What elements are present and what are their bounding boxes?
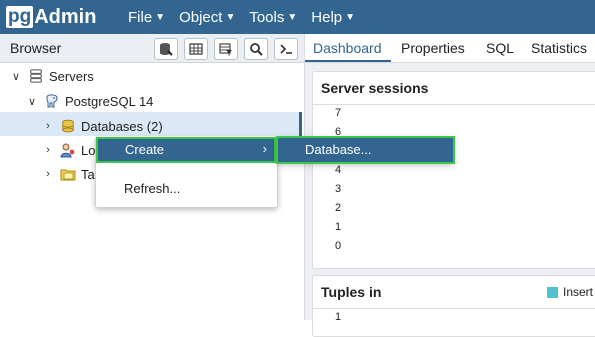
tab-dashboard[interactable]: Dashboard bbox=[313, 40, 382, 56]
tree-item-label: Databases (2) bbox=[81, 118, 163, 134]
legend-label-insert: Insert bbox=[563, 285, 594, 299]
tab-sql[interactable]: SQL bbox=[486, 40, 514, 56]
chevron-right-icon: › bbox=[262, 141, 267, 156]
chevron-down-icon[interactable]: ∨ bbox=[26, 95, 38, 108]
tab-properties[interactable]: Properties bbox=[401, 40, 465, 56]
menu-object[interactable]: Object ▼ bbox=[179, 9, 235, 26]
search-objects-button[interactable] bbox=[244, 38, 268, 60]
logo-pg-text: pg bbox=[6, 6, 34, 28]
filtered-rows-icon bbox=[219, 43, 232, 56]
top-navbar: pg Admin File ▼ Object ▼ Tools ▼ Help ▼ bbox=[0, 0, 595, 34]
menu-file[interactable]: File ▼ bbox=[128, 9, 165, 26]
context-menu: Create › Refresh... bbox=[95, 137, 278, 208]
tree-item-label: Lo bbox=[81, 142, 96, 158]
menu-tools-label: Tools bbox=[249, 8, 285, 26]
logo-admin-text: Admin bbox=[34, 5, 97, 28]
chevron-down-icon: ▼ bbox=[225, 11, 236, 23]
chevron-down-icon: ▼ bbox=[345, 11, 356, 23]
y-tick-label: 7 bbox=[335, 107, 342, 119]
view-data-button[interactable] bbox=[184, 38, 208, 60]
context-menu-create[interactable]: Create › bbox=[96, 137, 276, 163]
psql-tool-icon bbox=[280, 44, 292, 54]
menu-help-label: Help bbox=[311, 8, 343, 26]
tuples-in-title: Tuples in bbox=[321, 284, 382, 300]
active-tab-indicator bbox=[305, 60, 391, 62]
browser-header: Browser bbox=[0, 34, 304, 63]
y-tick-label: 0 bbox=[335, 240, 342, 252]
main-tabs: Dashboard Properties SQL Statistics bbox=[305, 34, 595, 63]
server-sessions-title: Server sessions bbox=[321, 80, 429, 96]
y-tick-label: 2 bbox=[335, 202, 342, 214]
y-tick-label: 4 bbox=[335, 164, 342, 176]
card-divider bbox=[313, 308, 595, 309]
tree-item-databases[interactable]: › Databases (2) bbox=[42, 115, 163, 137]
create-submenu-database[interactable]: Database... bbox=[276, 136, 455, 164]
card-divider bbox=[313, 104, 595, 105]
view-data-icon bbox=[189, 43, 203, 55]
main-menu: File ▼ Object ▼ Tools ▼ Help ▼ bbox=[128, 0, 369, 34]
tree-item-servers[interactable]: ∨ Servers bbox=[10, 65, 94, 87]
tree-item-label: Ta bbox=[81, 166, 95, 182]
pgadmin-logo: pg Admin bbox=[6, 5, 96, 29]
tree-item-postgresql-14[interactable]: ∨ PostgreSQL 14 bbox=[26, 90, 153, 112]
legend-swatch-insert bbox=[547, 287, 558, 298]
tree-item-label: PostgreSQL 14 bbox=[65, 93, 154, 109]
menu-tools[interactable]: Tools ▼ bbox=[249, 9, 297, 26]
postgresql-elephant-icon bbox=[44, 93, 60, 109]
menu-file-label: File bbox=[128, 8, 153, 26]
tab-statistics[interactable]: Statistics bbox=[531, 40, 587, 56]
menu-object-label: Object bbox=[179, 8, 223, 26]
query-tool-icon bbox=[160, 43, 173, 56]
server-sessions-card: Server sessions 7 6 5 4 3 2 1 0 bbox=[312, 71, 595, 269]
y-tick-label: 1 bbox=[335, 221, 342, 233]
tuples-in-card: Tuples in Insert 1 bbox=[312, 275, 595, 337]
tablespaces-icon bbox=[60, 166, 76, 182]
search-icon bbox=[250, 43, 263, 56]
servers-icon bbox=[28, 68, 44, 84]
chevron-right-icon[interactable]: › bbox=[42, 144, 54, 156]
chevron-down-icon[interactable]: ∨ bbox=[10, 70, 22, 83]
context-menu-refresh[interactable]: Refresh... bbox=[124, 181, 180, 196]
login-roles-icon bbox=[60, 142, 76, 158]
filtered-rows-button[interactable] bbox=[214, 38, 238, 60]
chevron-down-icon: ▼ bbox=[155, 11, 166, 23]
chevron-right-icon[interactable]: › bbox=[42, 168, 54, 180]
database-label: Database... bbox=[305, 142, 372, 157]
selected-row-edge bbox=[299, 112, 302, 136]
tree-item-tablespaces[interactable]: › Ta bbox=[42, 163, 95, 185]
menu-help[interactable]: Help ▼ bbox=[311, 9, 355, 26]
tree-item-label: Servers bbox=[49, 68, 94, 84]
psql-tool-button[interactable] bbox=[274, 38, 298, 60]
database-icon bbox=[60, 118, 76, 134]
browser-title: Browser bbox=[10, 40, 62, 56]
chevron-down-icon: ▼ bbox=[287, 11, 298, 23]
tree-item-login-roles[interactable]: › Lo bbox=[42, 139, 95, 161]
dashboard-content: Server sessions 7 6 5 4 3 2 1 0 Tuples i… bbox=[305, 63, 595, 337]
y-tick-label: 3 bbox=[335, 183, 342, 195]
chevron-right-icon[interactable]: › bbox=[42, 120, 54, 132]
create-label: Create bbox=[125, 142, 165, 157]
query-tool-button[interactable] bbox=[154, 38, 178, 60]
y-tick-label: 1 bbox=[335, 311, 342, 323]
